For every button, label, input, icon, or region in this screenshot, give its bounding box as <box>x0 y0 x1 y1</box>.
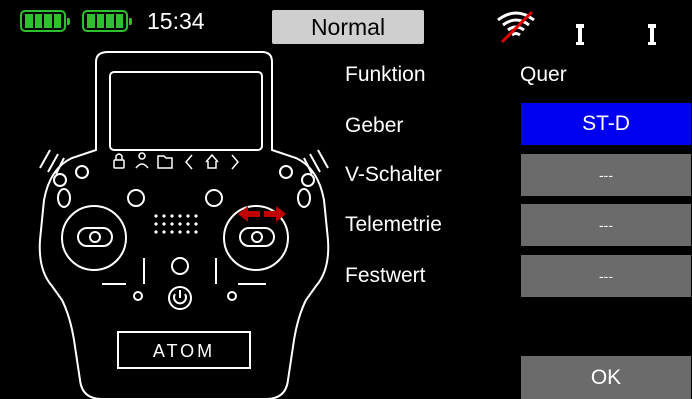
telemetrie-button[interactable]: --- <box>521 204 691 246</box>
lock-icon <box>113 153 125 169</box>
battery-icon <box>20 10 70 32</box>
telemetrie-label: Telemetrie <box>345 213 442 236</box>
funktion-value: Quer <box>520 63 567 86</box>
power-icon <box>168 286 192 310</box>
geber-button[interactable]: ST-D <box>521 103 691 145</box>
home-icon <box>205 153 219 169</box>
battery-icon <box>82 10 132 32</box>
brand-logo: ATOM <box>153 341 215 361</box>
funktion-label: Funktion <box>345 63 426 86</box>
festwert-button[interactable]: --- <box>521 255 691 297</box>
vschalter-label: V-Schalter <box>345 163 442 186</box>
transmitter-illustration: ATOM <box>38 51 330 399</box>
forward-icon <box>231 154 239 170</box>
antenna-icon <box>648 24 656 45</box>
mode-button[interactable]: Normal <box>272 10 424 44</box>
festwert-label: Festwert <box>345 264 426 287</box>
back-icon <box>185 154 193 170</box>
wifi-off-icon <box>497 10 535 44</box>
antenna-icon <box>576 24 584 45</box>
clock: 15:34 <box>147 8 205 34</box>
folder-icon <box>157 155 173 169</box>
user-icon <box>135 152 149 169</box>
stick-direction-arrows <box>238 206 286 222</box>
ok-button[interactable]: OK <box>521 356 691 399</box>
vschalter-button[interactable]: --- <box>521 154 691 196</box>
geber-label: Geber <box>345 114 404 137</box>
